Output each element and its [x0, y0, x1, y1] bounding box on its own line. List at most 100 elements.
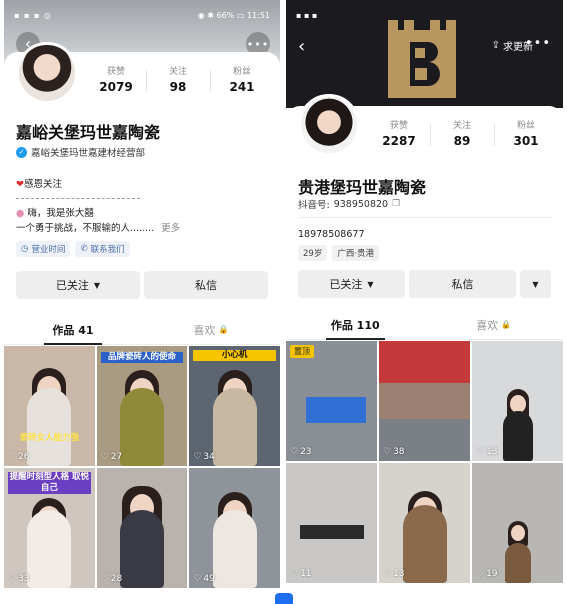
location-chip: 广西·贵港: [332, 245, 380, 261]
like-number: 23: [300, 447, 312, 457]
more-button[interactable]: •••: [525, 36, 551, 51]
video-thumbnail[interactable]: ♡ 11: [286, 463, 377, 583]
stat-following[interactable]: 关注 89: [430, 118, 494, 148]
douyin-id: 938950820: [333, 198, 389, 210]
tab-works[interactable]: 作品 41: [4, 315, 142, 345]
stat-label: 粉丝: [516, 121, 535, 131]
video-caption: 小心机: [193, 350, 276, 361]
video-thumbnail[interactable]: ♡ 13: [472, 341, 563, 461]
like-number: 27: [110, 452, 123, 462]
action-buttons: 已关注 ▼ 私信: [16, 271, 268, 299]
heart-outline-icon: ♡: [100, 452, 109, 462]
chip-label: 营业时间: [31, 245, 66, 255]
more-icon: •••: [246, 37, 270, 51]
heart-outline-icon: ♡: [193, 452, 202, 462]
business-hours-chip[interactable]: ◷ 营业时间: [16, 241, 71, 257]
heart-outline-icon: ♡: [476, 447, 485, 457]
stat-likes[interactable]: 获赞 2287: [368, 118, 430, 148]
copy-icon[interactable]: ❐: [392, 199, 400, 209]
stat-following[interactable]: 关注 98: [146, 64, 210, 94]
video-overlay: [306, 397, 366, 423]
like-number: 13: [393, 569, 405, 579]
back-button[interactable]: ‹: [298, 36, 305, 57]
left-profile-panel: ▪ ▪ ▪ ◎ ◉ ✱ 66% ▭ 11:51 ‹ ••• 获赞 2079 关注 9…: [4, 0, 280, 604]
caret-down-icon: ▼: [93, 280, 101, 290]
status-bar: ▪ ▪ ▪ ◎ ◉ ✱ 66% ▭ 11:51: [4, 8, 280, 22]
verified-icon: ✓: [16, 146, 27, 158]
more-icon: •••: [524, 36, 551, 51]
stat-value: 2079: [99, 80, 133, 94]
heart-outline-icon: ♡: [476, 569, 485, 579]
video-thumbnail[interactable]: ♡ 28: [96, 468, 188, 588]
video-thumbnail[interactable]: 瓷砖女人能力强 ♡ 26: [4, 346, 95, 466]
person-body: [502, 411, 533, 461]
video-thumbnail[interactable]: 置顶 ♡ 23: [286, 341, 377, 461]
video-thumbnail[interactable]: ♡ 19: [472, 463, 563, 583]
person-body: [119, 510, 164, 588]
tab-likes[interactable]: 喜欢 🔒: [142, 315, 280, 344]
contact-chip[interactable]: ✆ 联系我们: [75, 241, 130, 257]
status-left: ▪ ▪ ▪: [296, 10, 318, 20]
content-tabs: 作品 110 喜欢 🔒: [286, 310, 563, 340]
stat-value: 89: [453, 134, 471, 148]
phone-number: 18978508677: [298, 229, 365, 240]
stat-followers[interactable]: 粉丝 241: [210, 64, 274, 94]
chevron-left-icon: ‹: [298, 36, 306, 57]
message-button[interactable]: 私信: [144, 271, 268, 299]
person-body: [27, 388, 72, 466]
status-right: ◉ ✱ 66% ▭ 11:51: [197, 10, 270, 20]
tab-works[interactable]: 作品 110: [286, 310, 425, 340]
video-caption: 瓷砖女人能力强: [19, 433, 80, 443]
stat-label: 关注: [168, 67, 187, 77]
following-button[interactable]: 已关注 ▼: [298, 270, 405, 298]
video-thumbnail[interactable]: 品牌瓷砖人的使命 ♡ 27: [96, 346, 188, 466]
video-caption: 提醒时刻型人格 取悦自己: [8, 472, 91, 494]
following-button[interactable]: 已关注 ▼: [16, 271, 140, 299]
screenshot-collage: ▪ ▪ ▪ ◎ ◉ ✱ 66% ▭ 11:51 ‹ ••• 获赞 2079 关注 9…: [0, 0, 567, 604]
lock-icon: 🔒: [218, 325, 229, 334]
stat-label: 获赞: [106, 67, 125, 77]
bio-divider: [16, 198, 140, 199]
heart-outline-icon: ♡: [100, 574, 109, 584]
tab-label: 喜欢: [476, 318, 499, 332]
divider: [298, 217, 551, 218]
like-count: ♡ 34: [193, 452, 215, 462]
heart-outline-icon: ♡: [8, 574, 17, 584]
floating-action-button[interactable]: [275, 593, 293, 604]
stat-likes[interactable]: 获赞 2079: [86, 64, 146, 94]
video-thumbnail[interactable]: 小心机 ♡ 34: [189, 346, 280, 466]
like-number: 28: [110, 574, 123, 584]
expand-button[interactable]: ▼: [520, 270, 551, 298]
person-body: [27, 510, 72, 588]
action-buttons: 已关注 ▼ 私信 ▼: [298, 270, 551, 298]
video-grid: 瓷砖女人能力强 ♡ 26 品牌瓷砖人的使命 ♡ 27 小心机 ♡ 34 提醒时刻型人格…: [4, 346, 280, 588]
stat-value: 2287: [382, 134, 416, 148]
video-thumbnail[interactable]: 置顶 ♡38: [379, 341, 470, 461]
tab-likes[interactable]: 喜欢 🔒: [425, 310, 564, 339]
status-left: ▪ ▪ ▪ ◎: [14, 10, 52, 20]
castle-logo: [388, 20, 456, 98]
stat-followers[interactable]: 粉丝 301: [494, 118, 558, 148]
message-button[interactable]: 私信: [409, 270, 516, 298]
person-face: [510, 525, 525, 541]
like-count: ♡ 33: [8, 574, 30, 584]
person-body: [212, 388, 257, 466]
avatar[interactable]: [16, 42, 78, 104]
like-number: 19: [486, 569, 498, 579]
more-link[interactable]: 更多: [161, 223, 180, 234]
video-thumbnail[interactable]: ♡ 13: [379, 463, 470, 583]
like-number: 26: [18, 452, 30, 462]
update-icon: ⇪: [491, 40, 500, 51]
video-thumbnail[interactable]: 提醒时刻型人格 取悦自己 ♡ 33: [4, 468, 95, 588]
video-thumbnail[interactable]: ♡ 49: [189, 468, 280, 588]
following-label: 已关注: [55, 279, 89, 292]
like-count: ♡ 11: [290, 569, 312, 579]
like-count: ♡ 26: [8, 452, 30, 462]
table: [300, 525, 364, 539]
heart-outline-icon: ♡: [290, 447, 299, 457]
storefront: [379, 341, 470, 383]
heart-outline-icon: ♡: [383, 569, 392, 579]
like-count: ♡ 27: [101, 452, 123, 462]
verified-text: 嘉峪关堡玛世嘉建材经营部: [31, 148, 146, 159]
avatar[interactable]: [298, 94, 360, 156]
